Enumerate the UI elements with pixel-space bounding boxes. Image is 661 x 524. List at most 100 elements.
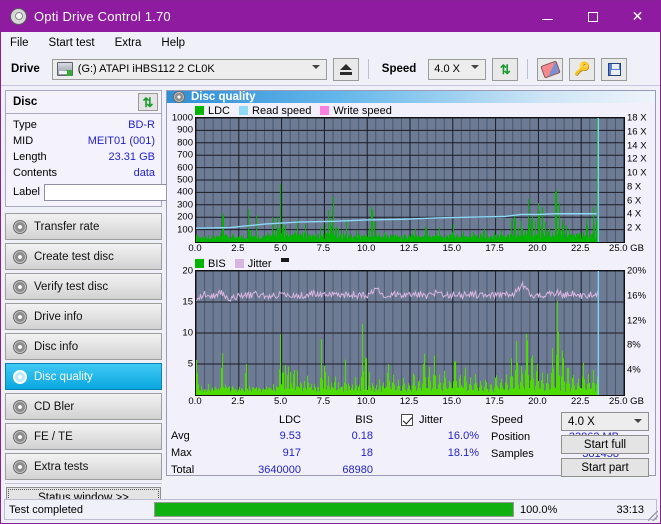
erase-button[interactable] <box>537 57 564 81</box>
minimize-button[interactable] <box>525 1 570 32</box>
key-icon: 🔑 <box>574 61 591 76</box>
ldc-chart-y2-axis: 2 X 4 X6 X 8 X 10 X 12 X 14 X 16 X 18 X <box>625 113 653 243</box>
stats-panel: Avg Max Total LDC 9.53 917 3640000 BIS 0… <box>167 410 655 479</box>
sidebar-item-drive-info[interactable]: Drive info <box>5 303 162 330</box>
y2-tick-label: 16% <box>627 290 647 302</box>
key-button[interactable]: 🔑 <box>569 57 596 81</box>
y-tick-label: 700 <box>177 149 193 161</box>
start-part-button[interactable]: Start part <box>561 458 649 477</box>
sidebar-item-extra-tests[interactable]: Extra tests <box>5 453 162 480</box>
x-tick-label: 10.0 <box>356 243 376 254</box>
eject-button[interactable] <box>332 57 359 81</box>
y-tick-label: 900 <box>177 124 193 136</box>
start-full-button[interactable]: Start full <box>561 435 649 454</box>
y-tick-label: 800 <box>177 137 193 149</box>
speed-select-value: 4.0 X <box>434 63 460 75</box>
disc-row-length: Length 23.31 GB <box>13 149 155 165</box>
sidebar-item-cd-bler[interactable]: CD Bler <box>5 393 162 420</box>
speed-label: Speed <box>381 63 417 75</box>
toolbar: Drive (G:) ATAPI iHBS112 2 CL0K Speed 4.… <box>1 53 660 86</box>
x-tick-label: 12.5 <box>399 243 419 254</box>
close-button[interactable]: ✕ <box>615 1 660 32</box>
ldc-chart-x-axis: 0.0 2.5 5.0 7.5 10.0 12.5 15.0 17.5 20.0 22.5 25.0… <box>188 243 644 257</box>
refresh-button[interactable]: ⇅ <box>492 57 519 81</box>
speed-select[interactable]: 4.0 X <box>428 58 487 80</box>
stats-jitter-avg: 16.0% <box>447 430 479 442</box>
sidebar-item-disc-quality[interactable]: Disc quality <box>5 363 162 390</box>
menu-item-extra[interactable]: Extra <box>115 37 142 49</box>
jitter-checkbox[interactable] <box>401 414 413 426</box>
y2-tick-label: 2 X <box>627 222 642 234</box>
legend-swatch-write-speed <box>320 106 330 115</box>
y2-tick-label: 10 X <box>627 167 647 179</box>
menu-item-file[interactable]: File <box>10 37 29 49</box>
sidebar-item-create-test-disc[interactable]: Create test disc <box>5 243 162 270</box>
legend-swatch-jitter <box>234 259 244 268</box>
x-tick-label: 0.0 <box>188 396 202 407</box>
disc-icon <box>13 249 27 264</box>
eraser-icon <box>540 59 561 79</box>
legend-label-ldc: LDC <box>208 104 231 117</box>
ldc-chart-plot[interactable] <box>195 117 625 243</box>
legend-swatch-read-speed <box>239 106 249 115</box>
refresh-icon: ⇅ <box>499 61 511 77</box>
disc-icon <box>13 279 27 294</box>
stats-bis-avg: 0.18 <box>351 430 373 442</box>
drive-label: Drive <box>11 63 40 75</box>
x-tick-label: 10.0 <box>356 396 376 407</box>
sidebar-item-fe-te[interactable]: FE / TE <box>5 423 162 450</box>
drive-select-value: (G:) ATAPI iHBS112 2 CL0K <box>77 63 215 75</box>
y-tick-label: 300 <box>177 199 193 211</box>
x-tick-label: 25.0 GB <box>609 243 644 254</box>
disc-label-row: Label <box>13 183 248 201</box>
y-tick-label: 100 <box>177 224 193 236</box>
disc-row-value: 23.31 GB <box>108 151 155 163</box>
menu-item-start-test[interactable]: Start test <box>49 37 95 49</box>
disc-row-type: Type BD-R <box>13 117 155 133</box>
x-tick-label: 12.5 <box>399 396 419 407</box>
drive-select[interactable]: (G:) ATAPI iHBS112 2 CL0K <box>51 58 327 80</box>
divider <box>527 59 529 79</box>
menu-bar: File Start test Extra Help <box>1 32 660 53</box>
ldc-chart-legend: LDC Read speed Write speed <box>169 104 653 117</box>
save-button[interactable] <box>601 57 628 81</box>
bis-chart-legend: BIS Jitter <box>169 257 653 270</box>
stats-label-max: Max <box>171 447 192 459</box>
title-bar: Opti Drive Control 1.70 ✕ <box>1 1 660 32</box>
bis-chart-plot[interactable] <box>195 270 625 396</box>
progress-percent: 100.0% <box>520 503 558 516</box>
main-body: Disc ⇅ Type BD-R MID MEIT01 (001) Length… <box>1 86 660 508</box>
legend-label-bis: BIS <box>208 257 226 270</box>
stats-action-buttons: 4.0 X Start full Start part <box>561 412 649 477</box>
y2-tick-label: 6 X <box>627 195 642 207</box>
y-tick-label: 600 <box>177 162 193 174</box>
x-tick-label: 17.5 <box>485 243 504 254</box>
x-tick-label: 5.0 <box>273 243 288 254</box>
disc-row-mid: MID MEIT01 (001) <box>13 133 155 149</box>
disc-row-contents: Contents data <box>13 165 155 181</box>
x-tick-label: 2.5 <box>231 396 245 407</box>
sidebar-item-disc-info[interactable]: Disc info <box>5 333 162 360</box>
disc-row-key: MID <box>13 135 34 147</box>
disc-icon <box>13 339 27 354</box>
x-tick-label: 17.5 <box>485 396 504 407</box>
y-tick-label: 200 <box>177 211 193 223</box>
bis-chart-row: 5 10 15 20 4% 8% 12% 16% 20% <box>169 266 653 396</box>
resize-grip[interactable] <box>648 511 658 521</box>
disc-refresh-button[interactable]: ⇅ <box>138 93 158 111</box>
window-title: Opti Drive Control 1.70 <box>34 9 171 24</box>
sidebar-item-transfer-rate[interactable]: Transfer rate <box>5 213 162 240</box>
stats-jitter-max: 18.1% <box>447 447 479 459</box>
test-speed-value: 4.0 X <box>568 415 595 428</box>
y-tick-label: 400 <box>177 186 193 198</box>
sidebar-item-verify-test-disc[interactable]: Verify test disc <box>5 273 162 300</box>
disc-panel-title: Disc <box>13 96 38 108</box>
maximize-button[interactable] <box>570 1 615 32</box>
drive-icon <box>56 62 73 76</box>
bis-chart-y2-axis: 4% 8% 12% 16% 20% <box>625 266 653 396</box>
stats-header-ldc: LDC <box>278 414 301 426</box>
chevron-down-icon <box>471 64 480 69</box>
charts-area: LDC Read speed Write speed 100 200 300 400 5… <box>167 103 655 410</box>
menu-item-help[interactable]: Help <box>161 37 185 49</box>
test-speed-select[interactable]: 4.0 X <box>561 412 649 431</box>
